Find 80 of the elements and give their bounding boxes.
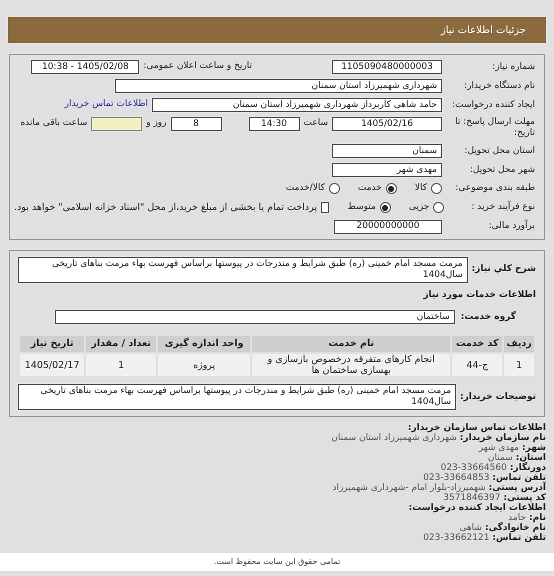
field-label: شماره نیاز: [491,62,535,72]
copyright-text: تمامی حقوق این سایت محفوظ است. [214,556,340,568]
text-field[interactable]: 20000000000 [334,220,442,234]
text-field[interactable]: مهدی شهر [332,163,442,177]
contact-label: تلفن تماس: [492,533,546,544]
contact-label: نام: [529,513,546,524]
field-label: ایجاد کننده درخواست: [451,100,535,110]
radio-button[interactable] [431,183,442,194]
radio-label: متوسط [348,200,376,214]
field-label: شهر محل تحویل: [468,164,535,176]
column-header: واحد اندازه گیری [157,335,252,354]
contact-value: حامد [508,513,526,524]
column-header: کد خدمت [451,335,504,354]
field-label: استان محل تحویل: [463,146,535,156]
field-label: ساعت باقی مانده [20,117,88,130]
buyer-contact-link[interactable]: اطلاعات تماس خریدار [64,98,148,112]
contact-value: شهمیرزاد-بلوار امام -شهرداری شهمیرزاد [332,483,486,494]
text-field[interactable]: 1405/02/16 [332,117,442,131]
contact-value: 023-33664853 [423,473,490,484]
contact-value: شاهی [459,523,482,534]
field-label: گروه خدمت: [460,310,516,324]
column-header: ردیف [503,335,535,354]
contact-label: آدرس پستی: [488,483,546,494]
field-label: مهلت ارسال پاسخ: تا تاریخ: [454,117,535,139]
contact-value: سمنان [488,453,513,464]
radio-button[interactable] [433,202,444,214]
table-cell: ج-44 [451,353,504,378]
contact-value: 3571846397 [443,493,501,504]
text-field[interactable]: مرمت مسجد امام خمینی (ره) طبق شرایط و مندرجات در پیوستها براساس فهرست بهاء مرمت بناهای تاریخی سال1404 [18,256,468,283]
field-label: نوع فرآیند خرید : [470,202,535,214]
field-label: ساعت [304,117,328,130]
contact-label: نام خانوادگی: [484,523,546,534]
column-header: تاریخ نیاز [19,335,86,354]
radio-label: جزیی [408,200,430,214]
contact-value: 023-33664560 [440,463,507,474]
contact-label: تلفن تماس: [492,473,546,484]
section-title: اطلاعات خدمات مورد نیاز [422,288,536,302]
text-field[interactable]: سمنان [332,144,442,158]
contact-heading: اطلاعات ایجاد کننده درخواست: [408,503,546,514]
contact-value: مهدی شهر [478,443,519,454]
contact-heading: اطلاعات تماس سازمان خریدار: [408,423,546,434]
contact-label: استان: [516,453,546,464]
radio-button[interactable] [328,183,340,194]
table-cell: 1 [503,353,535,378]
text-field[interactable]: 8 [170,117,222,131]
text-field[interactable]: مرمت مسجد امام خمینی (ره) طبق شرایط و مندرجات در پیوستها براساس فهرست بهاء مرمت بناهای تاریخی سال1404 [18,384,456,410]
table-cell: 1 [85,353,158,378]
contact-label: دورنگار: [510,463,546,474]
table-cell: انجام کارهای متفرقه درخصوص بازسازی و بهسازی ساختمان ها [251,353,452,378]
field-label: برآورد مالی: [488,221,535,232]
contact-label: نام سازمان خریدار: [460,433,546,444]
field-label: تاریخ و ساعت اعلان عمومی: [143,60,252,74]
remaining-field [91,117,142,131]
radio-label: کالا/خدمت [286,182,325,195]
radio-button[interactable] [386,183,397,194]
field-label: روز و [146,117,166,130]
radio-label: خدمت [358,182,382,195]
text-field[interactable]: شهرداری شهمیرزاد استان سمنان [115,79,442,93]
field-label: توضیحات خریدار: [460,390,536,404]
checkbox-label: پرداخت تمام یا بخشی از مبلغ خرید،از محل "اسناد خزانه اسلامی" خواهد بود. [14,200,317,214]
radio-button[interactable] [380,202,391,214]
field-label: نام دستگاه خریدار: [463,80,535,92]
text-field[interactable]: 1105090480000003 [332,60,442,74]
field-label: شرح کلي نياز: [472,263,536,276]
text-field[interactable]: 14:30 [248,117,300,131]
contact-value: 023-33662121 [423,533,490,544]
table-cell: پروژه [157,353,252,378]
radio-label: کالا [414,182,427,195]
contact-label: کد پستی: [504,493,546,504]
treasury-checkbox[interactable] [320,202,329,214]
text-field[interactable]: 1405/02/08 - 10:38 [31,60,140,74]
column-header: تعداد / مقدار [85,335,158,354]
table-cell: 1405/02/17 [19,353,86,378]
text-field[interactable]: حامد شاهی کاربرداز شهرداری شهمیرزاد استان سمنان [152,98,442,112]
contact-label: شهر: [522,443,546,454]
text-field[interactable]: ساختمان [54,310,455,324]
field-label: طبقه بندی موضوعی: [454,183,535,194]
page-header: جزئیات اطلاعات نیاز [8,17,546,43]
column-header: نام خدمت [251,335,452,354]
contact-value: شهرداری شهمیرزاد استان سمنان [331,433,457,444]
